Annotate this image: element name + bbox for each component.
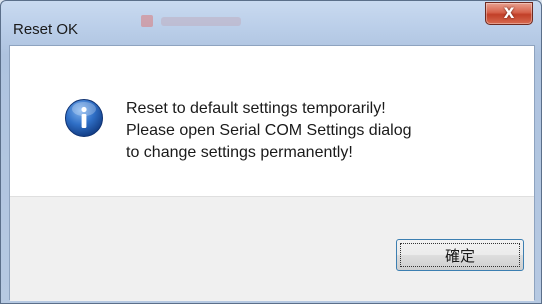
message-text: Reset to default settings temporarily! P… <box>126 98 506 164</box>
message-line: to change settings permanently! <box>126 144 353 161</box>
background-window-icon <box>141 15 153 27</box>
focus-rectangle <box>400 243 520 267</box>
button-bar: 確定 <box>10 196 534 301</box>
window-title: Reset OK <box>13 21 79 38</box>
message-line: Please open Serial COM Settings dialog <box>126 122 412 139</box>
info-icon <box>65 99 103 137</box>
background-window-title <box>161 17 241 26</box>
message-area: Reset to default settings temporarily! P… <box>10 46 534 196</box>
dialog-window: Reset OK X Reset to default settings tem… <box>0 0 542 304</box>
title-bar[interactable]: Reset OK X <box>1 1 541 45</box>
close-icon: X <box>503 5 515 22</box>
close-button[interactable]: X <box>485 2 533 25</box>
dialog-client-area: Reset to default settings temporarily! P… <box>9 45 535 301</box>
ok-button[interactable]: 確定 <box>396 239 524 271</box>
message-line: Reset to default settings temporarily! <box>126 100 386 117</box>
